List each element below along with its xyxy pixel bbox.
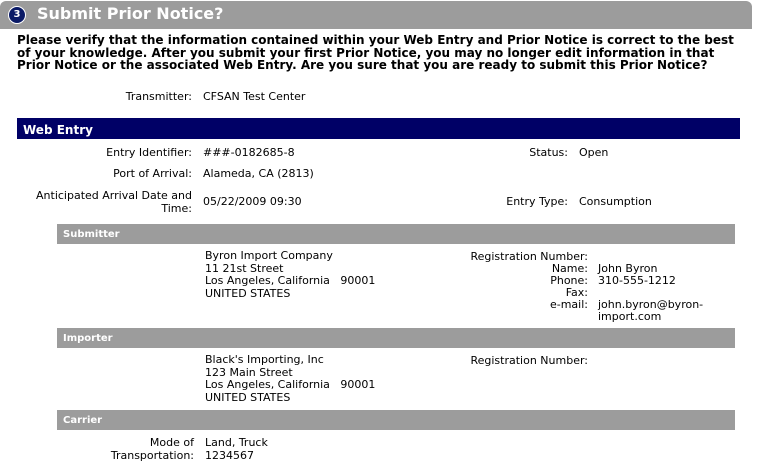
importer-section-bar <box>57 328 735 348</box>
submitter-city: Los Angeles, California <box>205 274 330 287</box>
web-entry-section-title: Web Entry <box>23 123 93 137</box>
confirmation-message: Please verify that the information conta… <box>17 33 734 72</box>
page-title: Submit Prior Notice? <box>37 4 224 23</box>
mode-of-transportation-label-line2: Transportation: <box>110 449 194 462</box>
importer-zip: 90001 <box>340 378 376 391</box>
transportation-number-value: 1234567 <box>205 449 254 462</box>
port-of-arrival-value: Alameda, CA (2813) <box>203 167 314 180</box>
step-number-badge: 3 <box>8 6 26 24</box>
port-of-arrival-label: Port of Arrival: <box>113 167 192 180</box>
mode-of-transportation-value: Land, Truck <box>205 436 268 449</box>
importer-registration-label: Registration Number: <box>470 354 588 367</box>
submitter-name: Byron Import Company <box>205 249 333 262</box>
submitter-phone-value: 310-555-1212 <box>598 274 676 287</box>
carrier-section-bar <box>57 410 735 430</box>
submitter-city-line: Los Angeles, California 90001 <box>205 274 376 288</box>
entry-identifier-label: Entry Identifier: <box>106 146 192 159</box>
carrier-section-title: Carrier <box>63 415 103 426</box>
submitter-email-label: e-mail: <box>549 298 588 311</box>
importer-address: Black's Importing, Inc 123 Main Street L… <box>205 353 376 404</box>
submitter-address: Byron Import Company 11 21st Street Los … <box>205 249 376 300</box>
importer-country: UNITED STATES <box>205 390 291 404</box>
transmitter-value: CFSAN Test Center <box>203 90 306 103</box>
importer-name: Black's Importing, Inc <box>205 353 324 366</box>
submitter-country: UNITED STATES <box>205 286 291 300</box>
entry-identifier-value: ###-0182685-8 <box>203 146 295 159</box>
transmitter-label: Transmitter: <box>125 90 192 103</box>
status-label: Status: <box>529 146 568 159</box>
anticipated-arrival-value: 05/22/2009 09:30 <box>203 195 302 208</box>
anticipated-arrival-label-line2: Time: <box>161 202 192 215</box>
submitter-section-bar <box>57 224 735 244</box>
entry-type-value: Consumption <box>579 195 652 208</box>
submitter-section-title: Submitter <box>63 229 120 240</box>
entry-type-label: Entry Type: <box>506 195 568 208</box>
importer-city: Los Angeles, California <box>205 378 330 391</box>
submitter-zip: 90001 <box>340 274 376 287</box>
web-entry-section-bar <box>17 118 740 139</box>
anticipated-arrival-label-line1: Anticipated Arrival Date and <box>36 189 192 202</box>
mode-of-transportation-label-line1: Mode of <box>149 436 194 449</box>
importer-city-line: Los Angeles, California 90001 <box>205 378 376 392</box>
status-value: Open <box>579 146 609 159</box>
submitter-email-value-line2: import.com <box>598 310 662 323</box>
importer-section-title: Importer <box>63 333 113 344</box>
